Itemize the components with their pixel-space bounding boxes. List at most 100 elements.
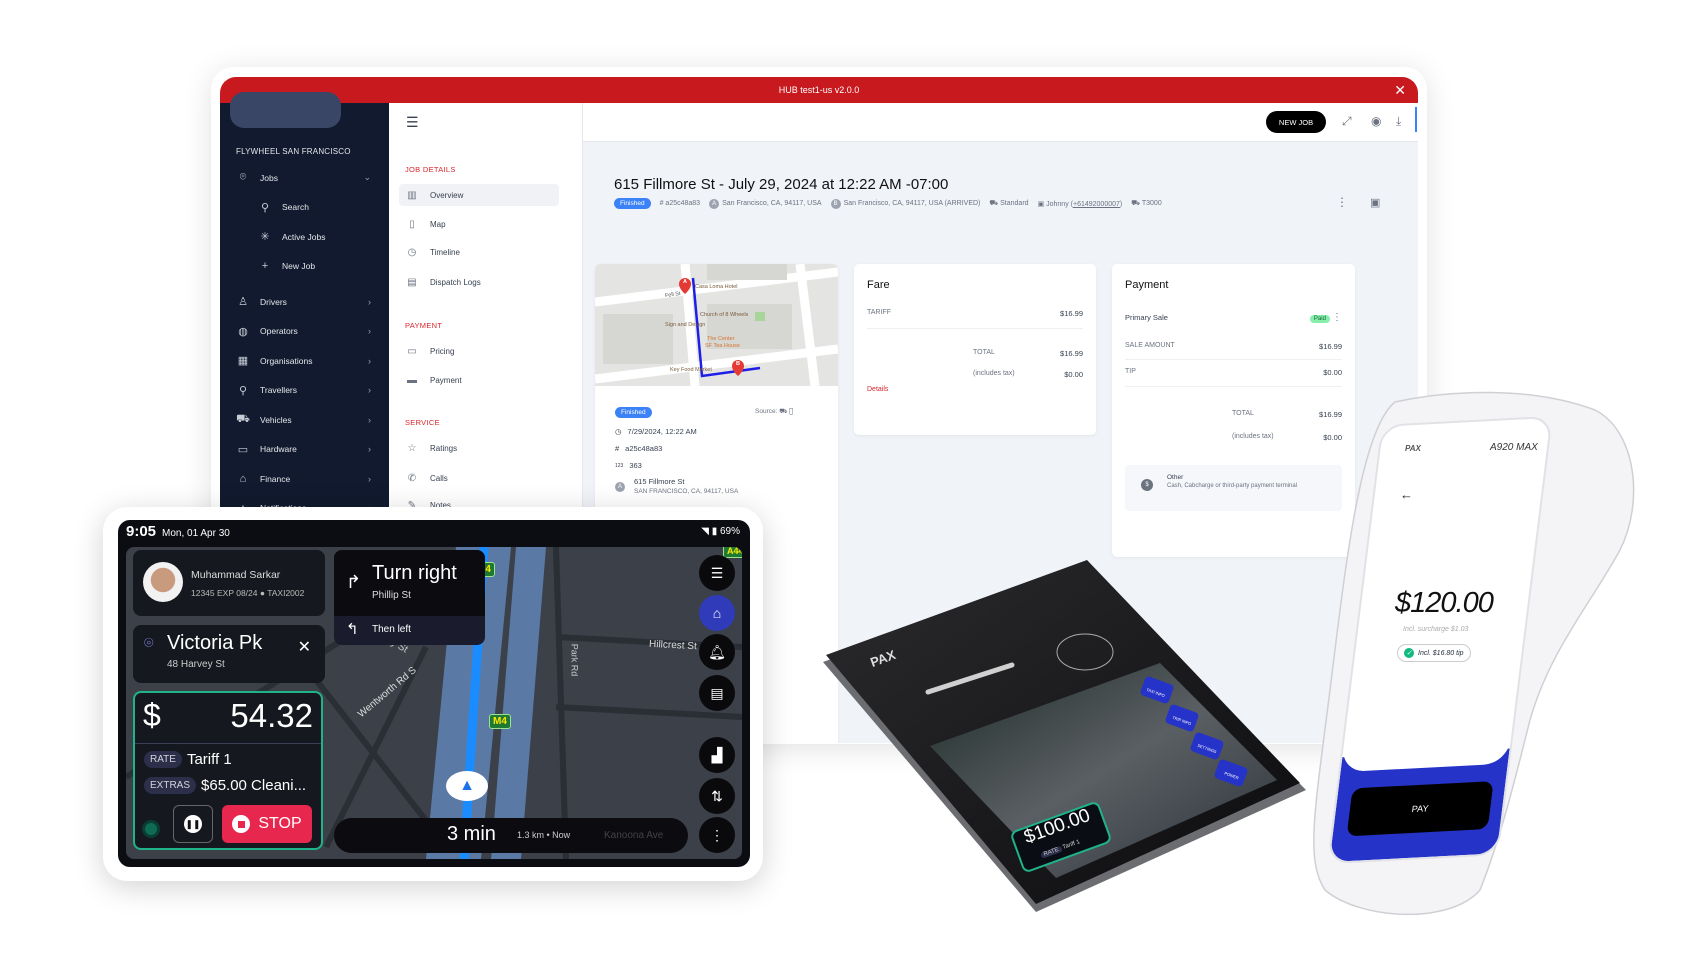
nav-label: Dispatch Logs: [430, 277, 481, 287]
detail-number: 123 363: [615, 461, 642, 470]
more-vertical-icon[interactable]: ⋮: [1336, 195, 1348, 209]
route-button[interactable]: ⇅: [699, 778, 735, 814]
sidebar-item-hardware[interactable]: ▭ Hardware ›: [220, 435, 389, 464]
back-arrow-icon[interactable]: ←: [1400, 487, 1413, 502]
nav-next: Then left: [372, 624, 411, 635]
method-title: Other: [1167, 474, 1184, 481]
tax-label: (includes tax): [973, 370, 1015, 377]
more-button[interactable]: ⋮: [699, 817, 735, 853]
tax-value: $0.00: [1064, 370, 1083, 379]
status-bar: 9:05 Mon, 01 Apr 30: [126, 523, 230, 540]
sidebar-item-label: Travellers: [260, 385, 297, 395]
job-meta: Finished # a25c48a83 A San Francisco, CA,…: [614, 198, 1162, 209]
home-icon: ⌂: [712, 605, 722, 621]
total-row: TOTAL $16.99: [973, 349, 1083, 358]
new-job-button[interactable]: NEW JOB: [1266, 111, 1326, 133]
sidebar-item-jobs[interactable]: ⌾ Jobs ⌄: [220, 163, 389, 192]
sidebar-item-drivers[interactable]: ♙ Drivers ›: [220, 287, 389, 316]
stats-button[interactable]: ▟: [699, 737, 735, 773]
nav-label: Map: [430, 219, 446, 229]
primary-sale-label: Primary Sale: [1125, 313, 1168, 322]
turn-right-icon: ↱: [346, 572, 362, 592]
sidebar-item-search[interactable]: ⚲ Search: [220, 193, 389, 222]
settings-button[interactable]: SETTINGS: [1197, 743, 1218, 755]
sidebar-item-vehicles[interactable]: ⛟ Vehicles ›: [220, 405, 389, 434]
account-icon[interactable]: ◉: [1371, 114, 1381, 128]
close-icon[interactable]: ✕: [1394, 82, 1406, 99]
dropoff-value: San Francisco, CA, 94117, USA (ARRIVED): [843, 199, 981, 207]
messages-button[interactable]: ▤: [699, 675, 735, 711]
handheld-surcharge: Incl. surcharge $1.03: [1403, 626, 1469, 633]
title-bar: HUB test1-us v2.0.0 ✕: [220, 77, 1418, 103]
sidebar-item-finance[interactable]: ⌂ Finance ›: [220, 464, 389, 493]
clock-icon: ◷: [615, 427, 622, 436]
destination-name: Victoria Pk: [167, 632, 263, 654]
battery-level: 69%: [719, 526, 740, 537]
notifications-button[interactable]: 🔔︎: [699, 634, 735, 670]
fare-card: Fare TARIFF $16.99 TOTAL $16.99 (includes …: [854, 264, 1096, 435]
eta-bar[interactable]: 3 min 1.3 km • Now Kanoona Ave: [334, 818, 688, 853]
pause-button[interactable]: ❚❚: [173, 805, 213, 843]
tariff-value: $16.99: [1060, 309, 1083, 318]
clock-icon: ◷: [407, 246, 417, 258]
section-service: SERVICE: [405, 418, 440, 427]
nav-pricing[interactable]: ▭ Pricing: [399, 340, 559, 362]
sidebar-item-label: Search: [282, 202, 309, 212]
driver-close: ): [1119, 200, 1123, 208]
address-line1: 615 Fillmore St: [634, 477, 685, 486]
method-desc: Cash, Cabcharge or third-party payment t…: [1167, 483, 1298, 489]
driver-phone-link[interactable]: +61492000007: [1073, 201, 1120, 208]
message-icon: ▤: [710, 684, 724, 701]
ticket-icon[interactable]: ▣: [1370, 196, 1380, 209]
nav-overview[interactable]: ▥ Overview: [399, 184, 559, 206]
pin-b-label: B: [736, 361, 740, 367]
org-name: FLYWHEEL SAN FRANCISCO: [236, 147, 351, 156]
pickup: A San Francisco, CA, 94117, USA: [709, 198, 822, 209]
sidebar-item-organisations[interactable]: ▦ Organisations ›: [220, 346, 389, 375]
fare-details-link[interactable]: Details: [867, 386, 888, 393]
fare-meter-card: $ 54.32 RATE Tariff 1 EXTRAS $65.00 Cleani…: [133, 691, 323, 850]
nav-ratings[interactable]: ☆ Ratings: [399, 437, 559, 459]
chevron-right-icon: ›: [368, 385, 371, 395]
job-map[interactable]: A B Casa Loma Hotel Fell St Church of 8 …: [595, 264, 838, 386]
sidebar-item-label: Finance: [260, 473, 291, 484]
payment-title: Payment: [1125, 279, 1169, 291]
nav-instruction: Turn right: [372, 562, 457, 584]
nav-dispatch-logs[interactable]: ▤ Dispatch Logs: [399, 271, 559, 293]
tip-value: Incl. $16.80 tip: [1418, 649, 1464, 657]
total-label: TOTAL: [1232, 410, 1254, 417]
menu-icon[interactable]: ☰: [406, 114, 419, 131]
extras-value: $65.00 Cleani...: [201, 777, 307, 794]
star-icon: ☆: [407, 442, 417, 454]
download-icon[interactable]: ⤓: [1396, 114, 1401, 129]
rate-label: RATE: [1040, 845, 1063, 859]
rate-row: RATE Tariff 1: [144, 751, 232, 768]
nav-calls[interactable]: ✆ Calls: [399, 467, 559, 489]
chevron-right-icon: ›: [368, 326, 371, 336]
window-title: HUB test1-us v2.0.0: [778, 85, 860, 95]
stop-button[interactable]: STOP: [222, 805, 312, 843]
nav-map[interactable]: ▯ Map: [399, 213, 559, 235]
tip-chip: ✓ Incl. $16.80 tip: [1397, 644, 1471, 662]
more-vertical-icon[interactable]: ⋮: [1332, 312, 1342, 323]
nav-timeline[interactable]: ◷ Timeline: [399, 241, 559, 263]
sidebar-item-active-jobs[interactable]: ✳ Active Jobs: [220, 222, 389, 251]
bank-icon: ⌂: [239, 472, 247, 485]
sidebar-item-new-job[interactable]: + New Job: [220, 252, 389, 281]
pickup-value: San Francisco, CA, 94117, USA: [722, 199, 822, 207]
building-icon: ▦: [237, 355, 249, 367]
sidebar-item-operators[interactable]: ◍ Operators ›: [220, 317, 389, 346]
nav-payment[interactable]: ▬ Payment: [399, 369, 559, 391]
home-button[interactable]: ⌂: [699, 595, 735, 631]
chevron-right-icon: ›: [368, 296, 371, 307]
scrollbar[interactable]: [1415, 107, 1417, 132]
stop-label: STOP: [258, 815, 302, 832]
menu-button[interactable]: ☰: [699, 555, 735, 591]
power-button[interactable]: POWER: [1224, 771, 1240, 781]
map-icon: ▯: [409, 218, 415, 230]
fullscreen-icon[interactable]: ⤢: [1342, 114, 1352, 129]
car-icon: ⛟: [236, 412, 250, 425]
pay-button[interactable]: PAY: [1346, 781, 1494, 837]
sidebar-item-travellers[interactable]: ⚲ Travellers ›: [220, 376, 389, 405]
close-icon[interactable]: ✕: [298, 637, 311, 657]
